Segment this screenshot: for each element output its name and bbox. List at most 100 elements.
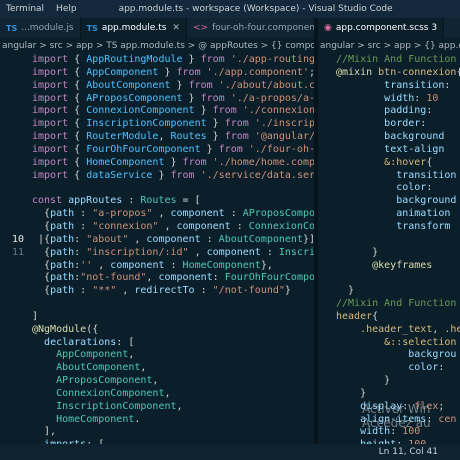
code-line[interactable]: background	[332, 131, 460, 144]
code-line[interactable]: 10 |{path: "about" , component : AboutCo…	[0, 234, 314, 247]
menu-help[interactable]: Help	[50, 4, 83, 14]
code-line[interactable]: import { InscriptionComponent } from './…	[0, 118, 314, 131]
code-line[interactable]: header{	[332, 311, 460, 324]
code-line[interactable]: ],	[0, 426, 314, 439]
code-token: @mixin	[336, 66, 379, 78]
code-line[interactable]: import { AProposComponent } from './a-pr…	[0, 93, 314, 106]
code-text: HomeComponent.	[32, 414, 140, 427]
menu-terminal[interactable]: Terminal	[0, 4, 50, 14]
code-line[interactable]: {path : "**" , redirectTo : "/not-found"…	[0, 285, 314, 298]
code-line[interactable]: const appRoutes : Routes = [	[0, 195, 314, 208]
code-line[interactable]: import { ConnexionComponent } from './co…	[0, 105, 314, 118]
code-line[interactable]	[0, 182, 314, 195]
code-line[interactable]: @NgModule({	[0, 324, 314, 337]
code-text: import { ConnexionComponent } from './co…	[32, 105, 314, 118]
code-line[interactable]: 11 {path: "inscription/:id" , component …	[0, 247, 314, 260]
code-line[interactable]: //Mixin And Function	[332, 298, 460, 311]
code-line[interactable]: AProposComponent,	[0, 375, 314, 388]
code-line[interactable]: declarations: [	[0, 337, 314, 350]
code-line[interactable]: transform	[332, 221, 460, 234]
code-line[interactable]: color:	[332, 182, 460, 195]
code-line[interactable]: import { AppComponent } from './app.comp…	[0, 67, 314, 80]
cursor-position[interactable]: Ln 11, Col 41	[379, 447, 460, 457]
code-line[interactable]: import { AboutComponent } from './about/…	[0, 80, 314, 93]
code-line[interactable]: import { HomeComponent } from './home/ho…	[0, 157, 314, 170]
code-line[interactable]: background	[332, 195, 460, 208]
code-line[interactable]: text-align	[332, 144, 460, 157]
tab-four-oh-four-html[interactable]: <> four-oh-four.component.html	[187, 18, 314, 38]
code-line[interactable]: width: 10	[332, 93, 460, 106]
breadcrumb-right[interactable]: angular > src > app > {} app.component.s…	[318, 38, 460, 54]
code-line[interactable]: AboutComponent,	[0, 362, 314, 375]
code-line[interactable]: ]	[0, 311, 314, 324]
code-token: background	[396, 195, 457, 207]
breadcrumb-left[interactable]: angular > src > app > TS app.module.ts >…	[0, 38, 314, 54]
code-line[interactable]: ConnexionComponent,	[0, 388, 314, 401]
code-text: ],	[32, 426, 56, 439]
code-token: btn-connexion	[378, 66, 457, 78]
code-token: AProposComponent	[56, 375, 153, 387]
tab-app-module-ts[interactable]: TS app.module.ts ✕	[80, 18, 187, 38]
right-code-editor[interactable]: //Mixin And Function @mixin btn-connexion…	[332, 54, 460, 460]
code-line[interactable]: HomeComponent.	[0, 414, 314, 427]
code-line[interactable]	[332, 272, 460, 285]
code-line[interactable]: transition	[332, 170, 460, 183]
code-line[interactable]: {path:'' , component : HomeComponent},	[0, 260, 314, 273]
code-line[interactable]: color:	[332, 362, 460, 375]
editor-split-divider[interactable]	[314, 18, 318, 460]
left-code-editor[interactable]: import { AppRoutingModule } from './app-…	[0, 54, 314, 460]
close-icon[interactable]: ✕	[172, 23, 180, 33]
code-token: :	[74, 220, 93, 232]
code-line[interactable]: border:	[332, 118, 460, 131]
tab-app-component-scss[interactable]: ◉ app.component.scss 3	[318, 18, 445, 38]
code-token: ,	[152, 375, 159, 387]
code-line[interactable]: AppComponent,	[0, 349, 314, 362]
code-line[interactable]: import { FourOhFourComponent } from './f…	[0, 144, 314, 157]
code-line[interactable]: &::selection	[332, 337, 460, 350]
code-line[interactable]: //Mixin And Function	[332, 54, 460, 67]
code-token: ,	[140, 362, 147, 374]
code-line[interactable]: @mixin btn-connexion{	[332, 67, 460, 80]
code-line[interactable]: animation	[332, 208, 460, 221]
code-token: './app-routing.module'	[230, 54, 314, 65]
code-line[interactable]: {path : "connexion" , component : Connex…	[0, 221, 314, 234]
code-line[interactable]: }	[332, 285, 460, 298]
code-line[interactable]	[332, 234, 460, 247]
code-token: :	[224, 208, 243, 220]
code-token: }],	[302, 233, 314, 245]
code-line[interactable]: transition:	[332, 80, 460, 93]
code-text: //Mixin And Function	[336, 298, 456, 311]
left-tab-bar: TS ...module.js TS app.module.ts ✕ <> fo…	[0, 18, 314, 38]
code-line[interactable]: }	[332, 375, 460, 388]
code-token: import	[32, 54, 75, 65]
code-text: color:	[336, 362, 450, 375]
code-token: ,	[146, 272, 159, 284]
code-line[interactable]: @keyframes	[332, 260, 460, 273]
code-token: AProposComponent	[242, 208, 314, 220]
code-line[interactable]: }	[332, 247, 460, 260]
code-token: AboutComponent	[56, 362, 141, 374]
code-line[interactable]: import { AppRoutingModule } from './app-…	[0, 54, 314, 67]
code-line[interactable]: &:hover{	[332, 157, 460, 170]
code-line[interactable]: import { dataService } from './service/d…	[0, 170, 314, 183]
code-line[interactable]	[0, 298, 314, 311]
code-line[interactable]: import { RouterModule, Routes } from '@a…	[0, 131, 314, 144]
code-token: {	[32, 246, 51, 258]
code-line[interactable]: .header_text, .he	[332, 324, 460, 337]
code-text: }	[336, 388, 366, 401]
code-line[interactable]: InscriptionComponent,	[0, 401, 314, 414]
code-token: {	[32, 272, 51, 284]
code-line[interactable]: }	[332, 388, 460, 401]
code-line[interactable]: {path:"not-found", component: FourOhFour…	[0, 272, 314, 285]
code-token: ({	[86, 323, 99, 335]
code-token: AppComponent	[86, 66, 159, 78]
code-line[interactable]: {path : "a-propos" , component : APropos…	[0, 208, 314, 221]
code-line[interactable]: backgrou	[332, 349, 460, 362]
tab-module-js[interactable]: TS ...module.js	[0, 18, 81, 38]
code-line[interactable]: padding:	[332, 105, 460, 118]
scss-file-icon: ◉	[324, 23, 332, 33]
